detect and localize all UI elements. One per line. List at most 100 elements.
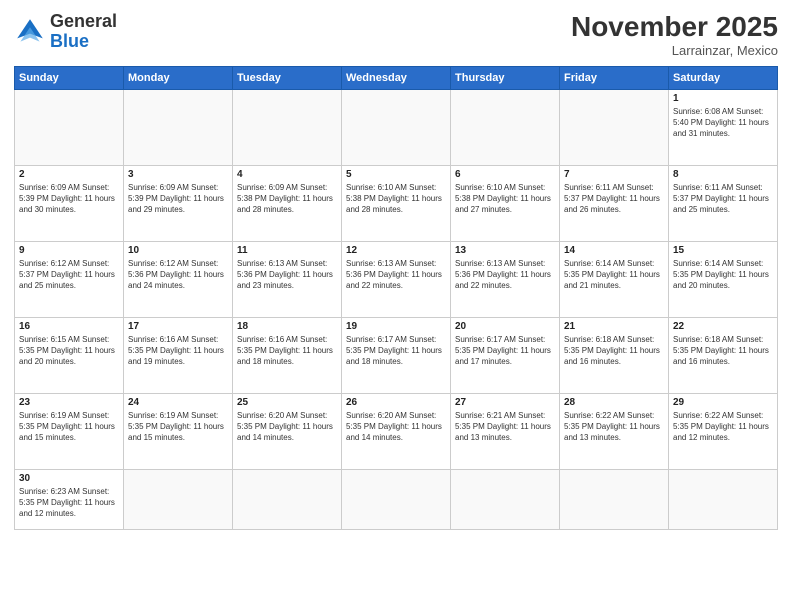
day-number: 23 (19, 397, 119, 408)
calendar-cell: 19Sunrise: 6:17 AM Sunset: 5:35 PM Dayli… (342, 317, 451, 393)
day-info: Sunrise: 6:17 AM Sunset: 5:35 PM Dayligh… (455, 334, 555, 368)
calendar-cell (233, 469, 342, 529)
calendar-cell: 18 Sunrise: 6:16 AM Sunset: 5:35 PM Dayli… (233, 317, 342, 393)
day-number: 29 (673, 397, 773, 408)
day-number: 19 (346, 321, 446, 332)
day-info: Sunrise: 6:14 AM Sunset: 5:35 PM Dayligh… (564, 258, 664, 292)
day-info: Sunrise: 6:09 AM Sunset: 5:38 PM Dayligh… (237, 182, 337, 216)
day-number: 30 (19, 473, 119, 484)
day-info: Sunrise: 6:13 AM Sunset: 5:36 PM Dayligh… (455, 258, 555, 292)
day-info: Sunrise: 6:15 AM Sunset: 5:35 PM Dayligh… (19, 334, 119, 368)
day-info: Sunrise: 6:18 AM Sunset: 5:35 PM Dayligh… (564, 334, 664, 368)
col-wednesday: Wednesday (342, 66, 451, 89)
day-number: 27 (455, 397, 555, 408)
day-info: Sunrise: 6:16 AM Sunset: 5:35 PM Dayligh… (237, 334, 337, 368)
calendar-cell: 17 Sunrise: 6:16 AM Sunset: 5:35 PM Dayli… (124, 317, 233, 393)
calendar-cell (451, 89, 560, 165)
page: GeneralBlue November 2025 Larrainzar, Me… (0, 0, 792, 612)
calendar-cell (342, 89, 451, 165)
day-number: 2 (19, 169, 119, 180)
day-number: 21 (564, 321, 664, 332)
calendar-cell: 4 Sunrise: 6:09 AM Sunset: 5:38 PM Daylig… (233, 165, 342, 241)
calendar-cell (560, 469, 669, 529)
calendar-cell (124, 469, 233, 529)
day-info: Sunrise: 6:11 AM Sunset: 5:37 PM Dayligh… (564, 182, 664, 216)
col-friday: Friday (560, 66, 669, 89)
calendar-cell: 2 Sunrise: 6:09 AM Sunset: 5:39 PM Daylig… (15, 165, 124, 241)
day-number: 17 (128, 321, 228, 332)
logo-icon (14, 16, 46, 48)
day-number: 13 (455, 245, 555, 256)
day-number: 24 (128, 397, 228, 408)
day-info: Sunrise: 6:09 AM Sunset: 5:39 PM Dayligh… (19, 182, 119, 216)
calendar-cell: 29 Sunrise: 6:22 AM Sunset: 5:35 PM Dayli… (669, 393, 778, 469)
calendar-cell: 5 Sunrise: 6:10 AM Sunset: 5:38 PM Daylig… (342, 165, 451, 241)
calendar-cell: 1Sunrise: 6:08 AM Sunset: 5:40 PM Daylig… (669, 89, 778, 165)
day-number: 26 (346, 397, 446, 408)
calendar-cell (342, 469, 451, 529)
day-info: Sunrise: 6:10 AM Sunset: 5:38 PM Dayligh… (346, 182, 446, 216)
calendar-cell: 26Sunrise: 6:20 AM Sunset: 5:35 PM Dayli… (342, 393, 451, 469)
day-info: Sunrise: 6:19 AM Sunset: 5:35 PM Dayligh… (128, 410, 228, 444)
calendar-cell (15, 89, 124, 165)
header: GeneralBlue November 2025 Larrainzar, Me… (14, 12, 778, 58)
calendar-cell: 20 Sunrise: 6:17 AM Sunset: 5:35 PM Dayli… (451, 317, 560, 393)
day-number: 6 (455, 169, 555, 180)
day-info: Sunrise: 6:12 AM Sunset: 5:37 PM Dayligh… (19, 258, 119, 292)
location-text: Larrainzar, Mexico (571, 43, 778, 58)
calendar-cell: 6 Sunrise: 6:10 AM Sunset: 5:38 PM Daylig… (451, 165, 560, 241)
day-number: 22 (673, 321, 773, 332)
col-monday: Monday (124, 66, 233, 89)
day-info: Sunrise: 6:14 AM Sunset: 5:35 PM Dayligh… (673, 258, 773, 292)
day-number: 16 (19, 321, 119, 332)
day-number: 20 (455, 321, 555, 332)
col-thursday: Thursday (451, 66, 560, 89)
day-number: 11 (237, 245, 337, 256)
calendar-cell (669, 469, 778, 529)
day-number: 28 (564, 397, 664, 408)
calendar-cell: 15 Sunrise: 6:14 AM Sunset: 5:35 PM Dayli… (669, 241, 778, 317)
day-info: Sunrise: 6:22 AM Sunset: 5:35 PM Dayligh… (673, 410, 773, 444)
calendar-cell (124, 89, 233, 165)
calendar-cell: 16 Sunrise: 6:15 AM Sunset: 5:35 PM Dayli… (15, 317, 124, 393)
day-info: Sunrise: 6:23 AM Sunset: 5:35 PM Dayligh… (19, 486, 119, 520)
calendar-cell: 23 Sunrise: 6:19 AM Sunset: 5:35 PM Dayli… (15, 393, 124, 469)
month-year-title: November 2025 (571, 12, 778, 43)
day-number: 5 (346, 169, 446, 180)
day-info: Sunrise: 6:11 AM Sunset: 5:37 PM Dayligh… (673, 182, 773, 216)
day-info: Sunrise: 6:12 AM Sunset: 5:36 PM Dayligh… (128, 258, 228, 292)
day-info: Sunrise: 6:09 AM Sunset: 5:39 PM Dayligh… (128, 182, 228, 216)
day-number: 12 (346, 245, 446, 256)
day-number: 7 (564, 169, 664, 180)
logo-text: GeneralBlue (50, 12, 117, 52)
calendar-cell: 30 Sunrise: 6:23 AM Sunset: 5:35 PM Dayli… (15, 469, 124, 529)
day-number: 10 (128, 245, 228, 256)
day-number: 9 (19, 245, 119, 256)
day-number: 15 (673, 245, 773, 256)
day-info: Sunrise: 6:10 AM Sunset: 5:38 PM Dayligh… (455, 182, 555, 216)
calendar-cell: 7 Sunrise: 6:11 AM Sunset: 5:37 PM Daylig… (560, 165, 669, 241)
calendar-table: Sunday Monday Tuesday Wednesday Thursday… (14, 66, 778, 530)
calendar-cell: 12 Sunrise: 6:13 AM Sunset: 5:36 PM Dayli… (342, 241, 451, 317)
day-info: Sunrise: 6:20 AM Sunset: 5:35 PM Dayligh… (237, 410, 337, 444)
col-saturday: Saturday (669, 66, 778, 89)
calendar-cell: 10 Sunrise: 6:12 AM Sunset: 5:36 PM Dayli… (124, 241, 233, 317)
day-number: 3 (128, 169, 228, 180)
day-number: 18 (237, 321, 337, 332)
day-info: Sunrise: 6:13 AM Sunset: 5:36 PM Dayligh… (346, 258, 446, 292)
calendar-cell: 28 Sunrise: 6:22 AM Sunset: 5:35 PM Dayli… (560, 393, 669, 469)
calendar-header-row: Sunday Monday Tuesday Wednesday Thursday… (15, 66, 778, 89)
day-number: 8 (673, 169, 773, 180)
calendar-cell: 3 Sunrise: 6:09 AM Sunset: 5:39 PM Daylig… (124, 165, 233, 241)
calendar-cell: 22Sunrise: 6:18 AM Sunset: 5:35 PM Dayli… (669, 317, 778, 393)
day-info: Sunrise: 6:16 AM Sunset: 5:35 PM Dayligh… (128, 334, 228, 368)
day-info: Sunrise: 6:22 AM Sunset: 5:35 PM Dayligh… (564, 410, 664, 444)
day-info: Sunrise: 6:19 AM Sunset: 5:35 PM Dayligh… (19, 410, 119, 444)
calendar-cell: 27Sunrise: 6:21 AM Sunset: 5:35 PM Dayli… (451, 393, 560, 469)
calendar-cell: 13 Sunrise: 6:13 AM Sunset: 5:36 PM Dayli… (451, 241, 560, 317)
col-sunday: Sunday (15, 66, 124, 89)
calendar-cell: 14Sunrise: 6:14 AM Sunset: 5:35 PM Dayli… (560, 241, 669, 317)
calendar-cell: 21 Sunrise: 6:18 AM Sunset: 5:35 PM Dayli… (560, 317, 669, 393)
day-number: 4 (237, 169, 337, 180)
calendar-cell: 11Sunrise: 6:13 AM Sunset: 5:36 PM Dayli… (233, 241, 342, 317)
